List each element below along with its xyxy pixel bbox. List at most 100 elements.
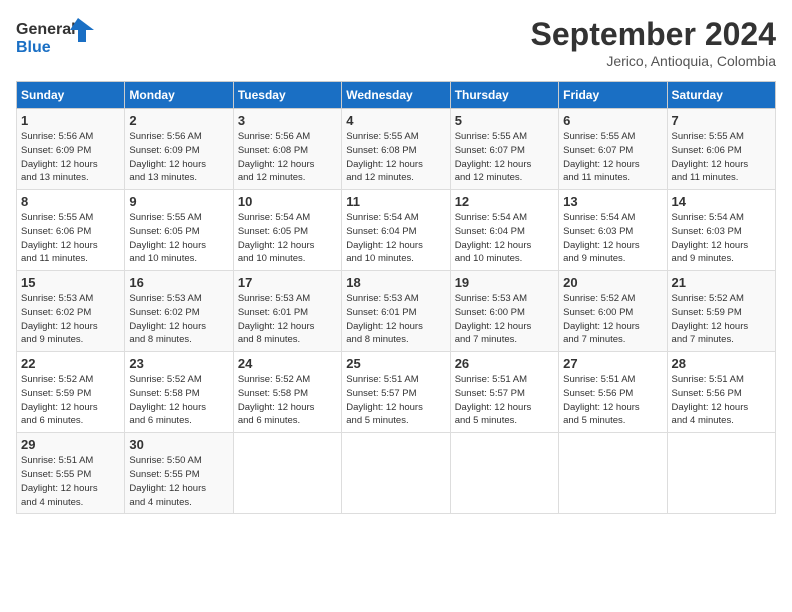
calendar-cell	[450, 433, 558, 514]
calendar-cell: 6Sunrise: 5:55 AM Sunset: 6:07 PM Daylig…	[559, 109, 667, 190]
day-info: Sunrise: 5:53 AM Sunset: 6:01 PM Dayligh…	[346, 292, 445, 347]
calendar-cell	[233, 433, 341, 514]
day-number: 2	[129, 113, 228, 128]
calendar-cell: 8 Sunrise: 5:55 AM Sunset: 6:06 PM Daylig…	[17, 190, 125, 271]
calendar-cell: 29 Sunrise: 5:51 AM Sunset: 5:55 PM Dayli…	[17, 433, 125, 514]
calendar-cell: 12 Sunrise: 5:54 AM Sunset: 6:04 PM Dayli…	[450, 190, 558, 271]
calendar-cell: 2 Sunrise: 5:56 AM Sunset: 6:09 PM Daylig…	[125, 109, 233, 190]
weekday-header-friday: Friday	[559, 82, 667, 109]
day-info: Sunrise: 5:54 AM Sunset: 6:04 PM Dayligh…	[455, 211, 554, 266]
calendar-cell: 26 Sunrise: 5:51 AM Sunset: 5:57 PM Dayli…	[450, 352, 558, 433]
day-info: Sunrise: 5:51 AM Sunset: 5:57 PM Dayligh…	[455, 373, 554, 428]
calendar-cell: 22Sunrise: 5:52 AM Sunset: 5:59 PM Dayli…	[17, 352, 125, 433]
day-info: Sunrise: 5:55 AM Sunset: 6:07 PM Dayligh…	[455, 130, 554, 185]
day-info: Sunrise: 5:50 AM Sunset: 5:55 PM Dayligh…	[129, 454, 228, 509]
day-number: 20	[563, 275, 662, 290]
day-number: 13	[563, 194, 662, 209]
day-number: 26	[455, 356, 554, 371]
calendar-cell: 13 Sunrise: 5:54 AM Sunset: 6:03 PM Dayli…	[559, 190, 667, 271]
calendar-cell: 24 Sunrise: 5:52 AM Sunset: 5:58 PM Dayli…	[233, 352, 341, 433]
day-info: Sunrise: 5:51 AM Sunset: 5:56 PM Dayligh…	[563, 373, 662, 428]
day-info: Sunrise: 5:51 AM Sunset: 5:56 PM Dayligh…	[672, 373, 771, 428]
day-info: Sunrise: 5:53 AM Sunset: 6:02 PM Dayligh…	[129, 292, 228, 347]
calendar-cell: 14 Sunrise: 5:54 AM Sunset: 6:03 PM Dayli…	[667, 190, 775, 271]
day-info: Sunrise: 5:51 AM Sunset: 5:57 PM Dayligh…	[346, 373, 445, 428]
calendar-table: SundayMondayTuesdayWednesdayThursdayFrid…	[16, 81, 776, 514]
logo-icon: GeneralBlue	[16, 16, 96, 56]
day-number: 23	[129, 356, 228, 371]
day-number: 14	[672, 194, 771, 209]
day-info: Sunrise: 5:53 AM Sunset: 6:02 PM Dayligh…	[21, 292, 120, 347]
weekday-header-monday: Monday	[125, 82, 233, 109]
day-info: Sunrise: 5:54 AM Sunset: 6:05 PM Dayligh…	[238, 211, 337, 266]
header: GeneralBlue September 2024 Jerico, Antio…	[16, 16, 776, 69]
day-number: 16	[129, 275, 228, 290]
day-info: Sunrise: 5:55 AM Sunset: 6:05 PM Dayligh…	[129, 211, 228, 266]
svg-text:Blue: Blue	[16, 39, 51, 56]
day-number: 29	[21, 437, 120, 452]
calendar-cell: 28 Sunrise: 5:51 AM Sunset: 5:56 PM Dayli…	[667, 352, 775, 433]
day-number: 6	[563, 113, 662, 128]
calendar-cell: 3Sunrise: 5:56 AM Sunset: 6:08 PM Daylig…	[233, 109, 341, 190]
day-info: Sunrise: 5:56 AM Sunset: 6:09 PM Dayligh…	[129, 130, 228, 185]
day-info: Sunrise: 5:51 AM Sunset: 5:55 PM Dayligh…	[21, 454, 120, 509]
day-info: Sunrise: 5:52 AM Sunset: 6:00 PM Dayligh…	[563, 292, 662, 347]
weekday-header-sunday: Sunday	[17, 82, 125, 109]
day-number: 24	[238, 356, 337, 371]
calendar-cell: 10 Sunrise: 5:54 AM Sunset: 6:05 PM Dayli…	[233, 190, 341, 271]
day-number: 25	[346, 356, 445, 371]
calendar-cell: 21 Sunrise: 5:52 AM Sunset: 5:59 PM Dayli…	[667, 271, 775, 352]
day-number: 8	[21, 194, 120, 209]
calendar-cell: 7 Sunrise: 5:55 AM Sunset: 6:06 PM Daylig…	[667, 109, 775, 190]
calendar-cell: 17 Sunrise: 5:53 AM Sunset: 6:01 PM Dayli…	[233, 271, 341, 352]
day-info: Sunrise: 5:55 AM Sunset: 6:06 PM Dayligh…	[21, 211, 120, 266]
calendar-cell: 20 Sunrise: 5:52 AM Sunset: 6:00 PM Dayli…	[559, 271, 667, 352]
calendar-cell: 18 Sunrise: 5:53 AM Sunset: 6:01 PM Dayli…	[342, 271, 450, 352]
calendar-cell: 5 Sunrise: 5:55 AM Sunset: 6:07 PM Daylig…	[450, 109, 558, 190]
location-subtitle: Jerico, Antioquia, Colombia	[531, 53, 776, 69]
day-info: Sunrise: 5:54 AM Sunset: 6:04 PM Dayligh…	[346, 211, 445, 266]
calendar-cell: 9 Sunrise: 5:55 AM Sunset: 6:05 PM Daylig…	[125, 190, 233, 271]
day-number: 5	[455, 113, 554, 128]
day-info: Sunrise: 5:52 AM Sunset: 5:59 PM Dayligh…	[21, 373, 120, 428]
calendar-cell: 27Sunrise: 5:51 AM Sunset: 5:56 PM Dayli…	[559, 352, 667, 433]
calendar-cell: 25 Sunrise: 5:51 AM Sunset: 5:57 PM Dayli…	[342, 352, 450, 433]
calendar-cell	[667, 433, 775, 514]
calendar-cell	[342, 433, 450, 514]
calendar-cell: 23 Sunrise: 5:52 AM Sunset: 5:58 PM Dayli…	[125, 352, 233, 433]
month-title: September 2024	[531, 16, 776, 53]
calendar-cell: 30 Sunrise: 5:50 AM Sunset: 5:55 PM Dayli…	[125, 433, 233, 514]
day-number: 7	[672, 113, 771, 128]
day-info: Sunrise: 5:54 AM Sunset: 6:03 PM Dayligh…	[563, 211, 662, 266]
day-info: Sunrise: 5:56 AM Sunset: 6:09 PM Dayligh…	[21, 130, 120, 185]
day-number: 4	[346, 113, 445, 128]
day-number: 10	[238, 194, 337, 209]
title-area: September 2024 Jerico, Antioquia, Colomb…	[531, 16, 776, 69]
day-info: Sunrise: 5:54 AM Sunset: 6:03 PM Dayligh…	[672, 211, 771, 266]
day-number: 3	[238, 113, 337, 128]
day-info: Sunrise: 5:55 AM Sunset: 6:06 PM Dayligh…	[672, 130, 771, 185]
calendar-cell	[559, 433, 667, 514]
calendar-cell: 19Sunrise: 5:53 AM Sunset: 6:00 PM Dayli…	[450, 271, 558, 352]
day-number: 15	[21, 275, 120, 290]
day-number: 11	[346, 194, 445, 209]
day-number: 30	[129, 437, 228, 452]
weekday-header-wednesday: Wednesday	[342, 82, 450, 109]
day-number: 9	[129, 194, 228, 209]
day-number: 12	[455, 194, 554, 209]
day-number: 28	[672, 356, 771, 371]
day-info: Sunrise: 5:52 AM Sunset: 5:58 PM Dayligh…	[238, 373, 337, 428]
day-info: Sunrise: 5:52 AM Sunset: 5:58 PM Dayligh…	[129, 373, 228, 428]
day-number: 18	[346, 275, 445, 290]
day-number: 17	[238, 275, 337, 290]
calendar-cell: 16 Sunrise: 5:53 AM Sunset: 6:02 PM Dayli…	[125, 271, 233, 352]
day-info: Sunrise: 5:55 AM Sunset: 6:08 PM Dayligh…	[346, 130, 445, 185]
weekday-header-tuesday: Tuesday	[233, 82, 341, 109]
calendar-cell: 11 Sunrise: 5:54 AM Sunset: 6:04 PM Dayli…	[342, 190, 450, 271]
calendar-cell: 1Sunrise: 5:56 AM Sunset: 6:09 PM Daylig…	[17, 109, 125, 190]
day-info: Sunrise: 5:52 AM Sunset: 5:59 PM Dayligh…	[672, 292, 771, 347]
weekday-header-thursday: Thursday	[450, 82, 558, 109]
day-info: Sunrise: 5:53 AM Sunset: 6:01 PM Dayligh…	[238, 292, 337, 347]
day-number: 21	[672, 275, 771, 290]
svg-text:General: General	[16, 21, 76, 38]
